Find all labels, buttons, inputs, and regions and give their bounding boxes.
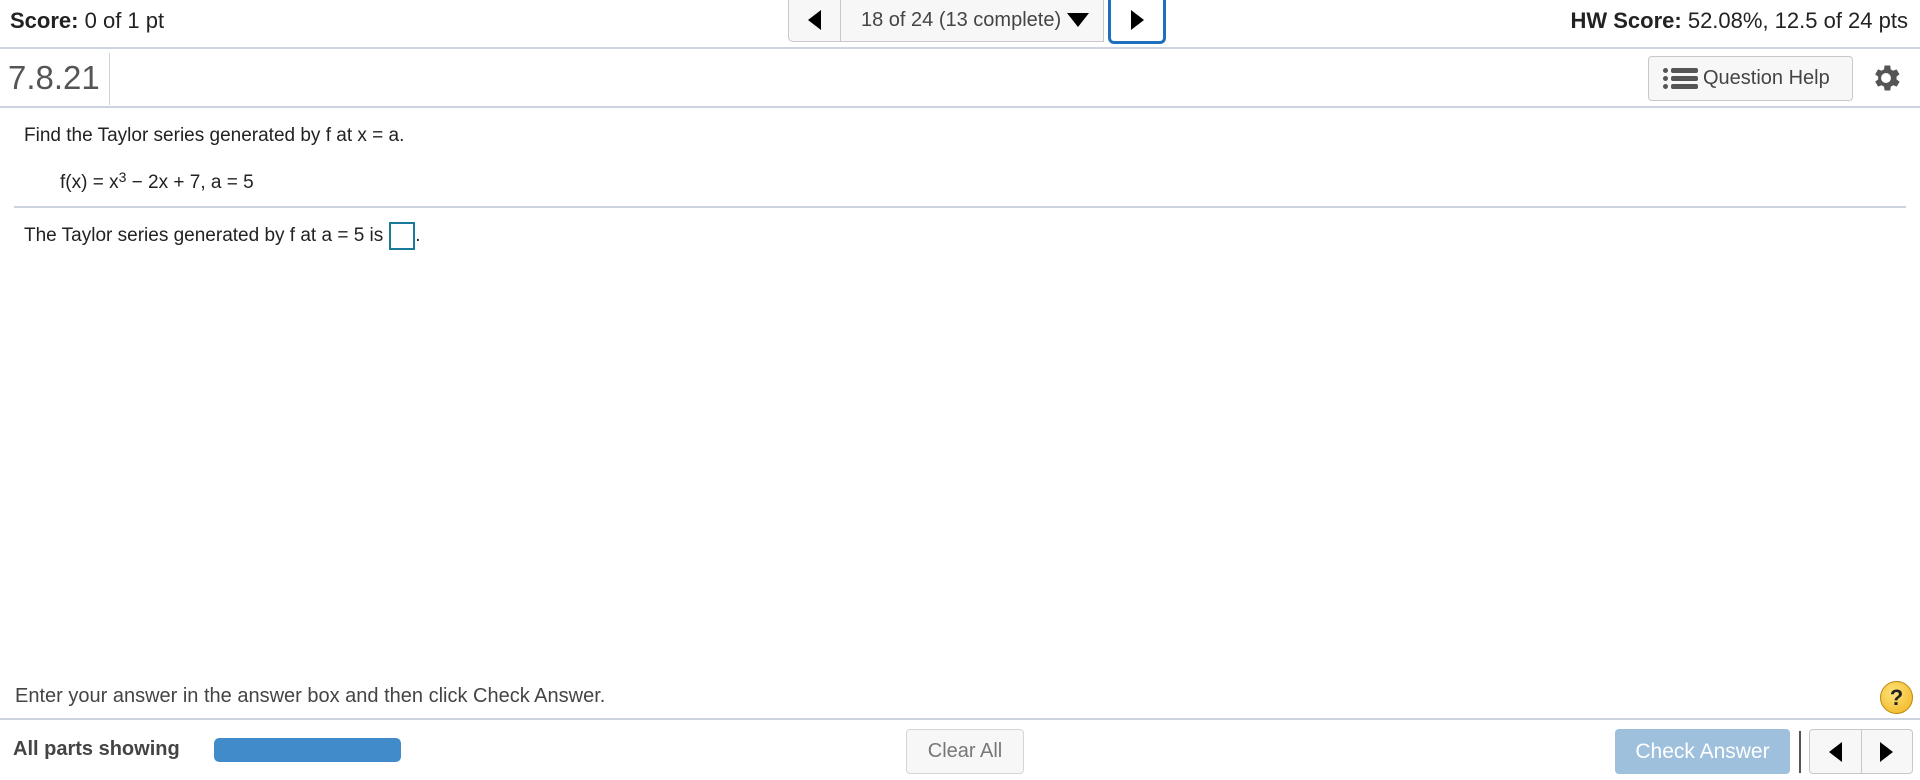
question-help-label: Question Help	[1703, 67, 1830, 89]
formula-prefix: f(x) = x	[60, 172, 119, 193]
question-select-value: 18 of 24 (13 complete)	[861, 8, 1062, 31]
next-question-button[interactable]	[1108, 0, 1167, 44]
parts-progress-bar	[214, 738, 401, 762]
hw-score-label: HW Score:	[1570, 8, 1682, 33]
answer-prefix: The Taylor series generated by f at a = …	[24, 225, 384, 246]
footer-navigator	[1809, 729, 1913, 774]
footer-next-button[interactable]	[1862, 730, 1913, 773]
gear-icon[interactable]	[1869, 61, 1903, 95]
previous-question-button[interactable]	[788, 0, 840, 42]
caret-down-icon	[1067, 13, 1090, 27]
answer-suffix: .	[415, 225, 421, 246]
question-select-dropdown[interactable]: 18 of 24 (13 complete)	[840, 0, 1105, 42]
question-number: 7.8.21	[8, 59, 100, 96]
hw-score: HW Score: 52.08%, 12.5 of 24 pts	[1570, 8, 1908, 34]
footer-previous-button[interactable]	[1810, 730, 1862, 773]
parts-progress-fill	[214, 738, 401, 762]
clear-all-button[interactable]: Clear All	[906, 729, 1024, 774]
question-help-button[interactable]: Question Help	[1648, 56, 1853, 101]
triangle-right-icon	[1880, 741, 1894, 762]
score: Score: 0 of 1 pt	[10, 8, 164, 34]
instructions: Enter your answer in the answer box and …	[15, 685, 606, 707]
help-symbol: ?	[1889, 684, 1904, 710]
formula-suffix: − 2x + 7, a = 5	[126, 172, 254, 193]
function-formula: f(x) = x3 − 2x + 7, a = 5	[60, 169, 254, 194]
parts-label: All parts showing	[13, 738, 180, 760]
triangle-right-icon	[1130, 9, 1144, 30]
hw-score-value: 52.08%, 12.5 of 24 pts	[1687, 8, 1908, 33]
question-prompt: Find the Taylor series generated by f at…	[24, 125, 405, 146]
triangle-left-icon	[808, 10, 821, 30]
triangle-left-icon	[1828, 741, 1842, 762]
question-mark-icon[interactable]: ?	[1880, 681, 1913, 714]
question-navigator: 18 of 24 (13 complete)	[788, 0, 1167, 44]
score-value: 0 of 1 pt	[84, 8, 165, 33]
divider	[0, 718, 1920, 720]
divider	[109, 53, 110, 105]
score-label: Score:	[10, 8, 79, 33]
top-bar: Score: 0 of 1 pt 18 of 24 (13 complete) …	[0, 0, 1920, 49]
formula-exponent: 3	[118, 169, 127, 185]
divider	[14, 206, 1906, 208]
answer-line: The Taylor series generated by f at a = …	[24, 222, 421, 250]
divider	[1799, 731, 1801, 773]
question-header: 7.8.21 Question Help	[0, 51, 1920, 108]
answer-input[interactable]	[389, 222, 416, 250]
list-icon	[1663, 67, 1699, 90]
check-answer-button[interactable]: Check Answer	[1615, 729, 1790, 774]
